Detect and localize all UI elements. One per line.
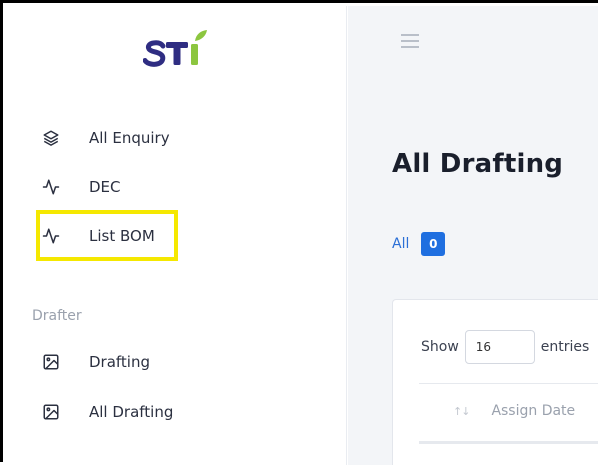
table-divider [419,383,598,384]
sidebar-item-label: All Drafting [89,403,174,421]
filter-tab-all[interactable]: All 0 [392,232,446,256]
activity-icon [41,226,61,246]
activity-icon [41,177,61,197]
sidebar-item-all-drafting[interactable]: All Drafting [6,395,306,429]
hamburger-icon[interactable] [401,34,419,48]
column-header-label: Assign Date [491,403,576,419]
sidebar-item-drafting[interactable]: Drafting [6,345,306,379]
page-title: All Drafting [392,149,564,179]
sidebar-item-list-bom[interactable]: List BOM [6,219,306,253]
sti-logo[interactable] [143,28,223,76]
image-icon [41,352,61,372]
sidebar-section-title: Drafter [32,308,82,324]
sidebar-item-label: All Enquiry [89,129,170,147]
filter-label: All [392,236,410,252]
image-icon [41,402,61,422]
layers-icon [41,128,61,148]
column-header-assign-date[interactable]: ↑↓ Assign Date [453,400,575,422]
sidebar-item-all-enquiry[interactable]: All Enquiry [6,121,306,155]
sidebar-item-label: List BOM [89,227,155,245]
table-card: Show entries ↑↓ Assign Date [392,299,598,465]
sort-icon: ↑↓ [453,404,470,418]
count-badge: 0 [421,232,446,256]
show-label: Show [421,339,459,355]
sidebar: All Enquiry DEC List BOM Drafter Draftin… [6,6,347,465]
main-content: All Drafting All 0 Show entries ↑↓ Assig… [348,6,598,465]
entries-control: Show entries [421,330,589,364]
table-header-divider [419,441,598,444]
entries-input[interactable] [464,330,535,364]
sidebar-item-dec[interactable]: DEC [6,170,306,204]
sidebar-item-label: DEC [89,178,121,196]
app-frame: All Enquiry DEC List BOM Drafter Draftin… [0,0,598,465]
entries-label: entries [540,339,590,355]
sidebar-item-label: Drafting [89,353,151,371]
